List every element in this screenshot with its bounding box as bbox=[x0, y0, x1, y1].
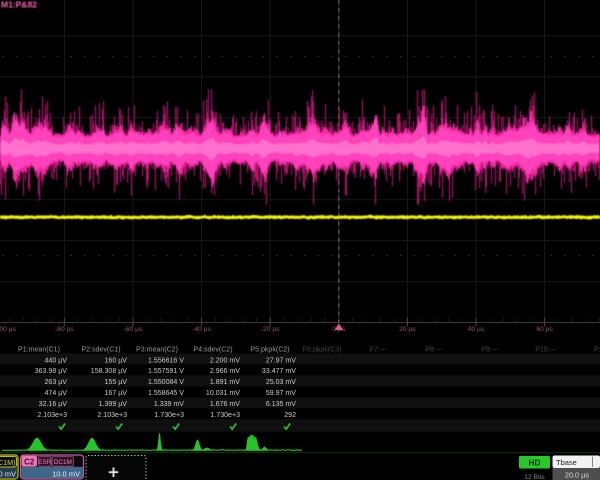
svg-text:P8:---: P8:--- bbox=[425, 346, 443, 353]
svg-text:DC1M: DC1M bbox=[54, 459, 72, 466]
svg-text:1.891 mV: 1.891 mV bbox=[210, 379, 240, 386]
svg-text:167 µV: 167 µV bbox=[105, 390, 128, 397]
svg-text:2.103e+3: 2.103e+3 bbox=[97, 412, 127, 419]
svg-text:0 mV: 0 mV bbox=[0, 470, 16, 479]
svg-text:1.339 mV: 1.339 mV bbox=[154, 401, 184, 408]
svg-text:12 Bits: 12 Bits bbox=[524, 474, 545, 480]
svg-text:20 µs: 20 µs bbox=[399, 326, 416, 333]
svg-text:2.200 mV: 2.200 mV bbox=[210, 357, 240, 364]
svg-text:P6:pkpk(C3): P6:pkpk(C3) bbox=[302, 346, 341, 353]
svg-text:6.135 mV: 6.135 mV bbox=[266, 401, 296, 408]
svg-text:1.556616 V: 1.556616 V bbox=[148, 357, 184, 364]
svg-text:40 µs: 40 µs bbox=[468, 326, 485, 333]
svg-text:363.98 µV: 363.98 µV bbox=[35, 368, 68, 375]
svg-text:20.0 µs: 20.0 µs bbox=[565, 471, 589, 480]
svg-text:27.97 mV: 27.97 mV bbox=[266, 357, 296, 364]
svg-text:P10:---: P10:--- bbox=[535, 346, 557, 353]
svg-text:59.97 mV: 59.97 mV bbox=[266, 390, 296, 397]
svg-text:-100 µs: -100 µs bbox=[0, 326, 17, 333]
svg-text:DC1M): DC1M) bbox=[0, 458, 16, 467]
svg-text:P3:mean(C2): P3:mean(C2) bbox=[136, 346, 178, 353]
svg-text:1.550084 V: 1.550084 V bbox=[148, 379, 184, 386]
svg-text:-60 µs: -60 µs bbox=[124, 326, 143, 333]
svg-text:P2:sdev(C1): P2:sdev(C1) bbox=[81, 346, 120, 353]
svg-text:HD: HD bbox=[529, 458, 541, 468]
svg-text:263 µV: 263 µV bbox=[45, 379, 68, 386]
svg-text:1.557591 V: 1.557591 V bbox=[148, 368, 184, 375]
svg-text:25.03 mV: 25.03 mV bbox=[266, 379, 296, 386]
svg-text:158.308 µV: 158.308 µV bbox=[91, 368, 127, 375]
svg-text:292: 292 bbox=[284, 412, 296, 419]
svg-text:155 µV: 155 µV bbox=[105, 379, 128, 386]
svg-text:32.16 µV: 32.16 µV bbox=[39, 401, 68, 408]
svg-text:160 µV: 160 µV bbox=[105, 357, 128, 364]
svg-text:Tbase: Tbase bbox=[556, 458, 577, 467]
svg-text:440 µV: 440 µV bbox=[45, 357, 68, 364]
svg-text:-40 µs: -40 µs bbox=[192, 326, 211, 333]
svg-text:P1:mean(C1): P1:mean(C1) bbox=[18, 346, 60, 353]
svg-text:-20 µs: -20 µs bbox=[261, 326, 280, 333]
svg-text:60 µs: 60 µs bbox=[536, 326, 553, 333]
svg-text:1.399 µV: 1.399 µV bbox=[99, 401, 128, 408]
svg-text:2.103e+3: 2.103e+3 bbox=[37, 412, 67, 419]
svg-text:P9:---: P9:--- bbox=[481, 346, 499, 353]
svg-text:2.966 mV: 2.966 mV bbox=[210, 368, 240, 375]
svg-text:10.031 mV: 10.031 mV bbox=[206, 390, 240, 397]
svg-text:33.477 mV: 33.477 mV bbox=[262, 368, 296, 375]
svg-text:1.676 mV: 1.676 mV bbox=[210, 401, 240, 408]
svg-text:474 µV: 474 µV bbox=[45, 390, 68, 397]
svg-text:-80 µs: -80 µs bbox=[55, 326, 74, 333]
svg-text:1.730e+3: 1.730e+3 bbox=[210, 412, 240, 419]
svg-text:1.730e+3: 1.730e+3 bbox=[154, 412, 184, 419]
svg-text:ESR: ESR bbox=[38, 459, 52, 466]
svg-text:P11: P11 bbox=[594, 346, 600, 353]
svg-text:M1:P&82: M1:P&82 bbox=[1, 0, 37, 10]
svg-text:P4:sdev(C2): P4:sdev(C2) bbox=[193, 346, 232, 353]
svg-text:P7:---: P7:--- bbox=[369, 346, 387, 353]
svg-text:1.558645 V: 1.558645 V bbox=[148, 390, 184, 397]
svg-text:P5:pkpk(C2): P5:pkpk(C2) bbox=[250, 346, 289, 353]
svg-text:C2: C2 bbox=[24, 457, 35, 466]
svg-text:10.0 mV: 10.0 mV bbox=[52, 469, 80, 478]
